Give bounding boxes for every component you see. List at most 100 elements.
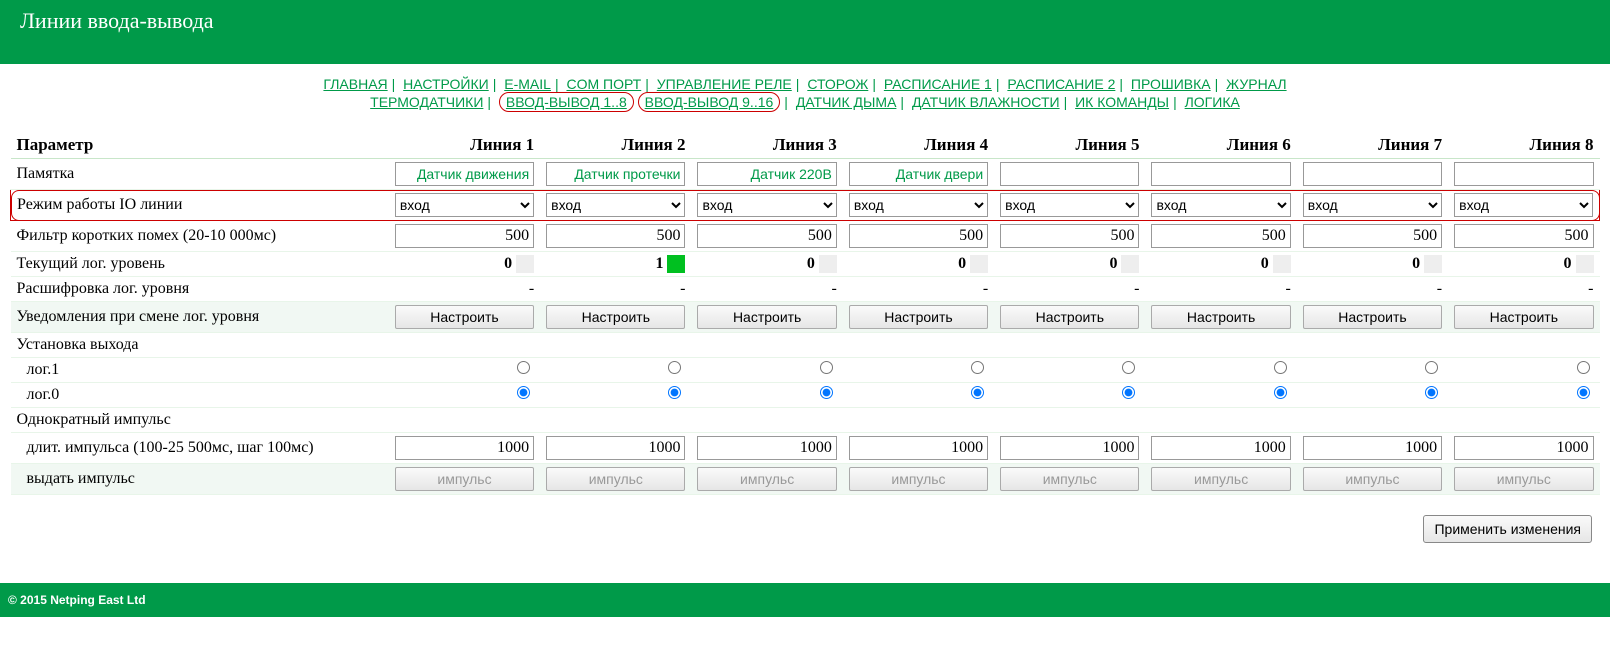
notify-btn-7[interactable]: Настроить [1303,305,1442,329]
pulse-dur-input-1[interactable] [395,436,534,460]
label-memo: Памятка [17,165,75,182]
radio-log1-3[interactable] [820,361,833,374]
label-log1: лог.1 [27,361,60,378]
filter-input-4[interactable] [849,224,988,248]
nav-thermo[interactable]: ТЕРМОДАТЧИКИ [370,94,483,110]
memo-input-1[interactable] [395,162,534,186]
nav-watchdog[interactable]: СТОРОЖ [807,76,868,92]
radio-log0-8[interactable] [1577,386,1590,399]
pulse-btn-6[interactable]: импульс [1151,467,1290,491]
pulse-btn-4[interactable]: импульс [849,467,988,491]
radio-log1-2[interactable] [668,361,681,374]
memo-input-2[interactable] [546,162,685,186]
pulse-dur-input-6[interactable] [1151,436,1290,460]
memo-input-7[interactable] [1303,162,1442,186]
header-line-1: Линия 1 [389,132,540,159]
nav-io-9-16[interactable]: ВВОД-ВЫВОД 9..16 [645,94,774,110]
level-indicator-3 [819,255,837,273]
radio-log0-3[interactable] [820,386,833,399]
notify-btn-8[interactable]: Настроить [1454,305,1593,329]
memo-input-8[interactable] [1454,162,1593,186]
radio-log1-7[interactable] [1425,361,1438,374]
mode-select-6[interactable]: входвыходвыход лог. [1151,193,1290,217]
nav-firmware[interactable]: ПРОШИВКА [1131,76,1211,92]
mode-select-4[interactable]: входвыходвыход лог. [849,193,988,217]
apply-button[interactable]: Применить изменения [1423,515,1592,543]
pulse-dur-input-5[interactable] [1000,436,1139,460]
memo-input-5[interactable] [1000,162,1139,186]
decode-value-1: - [529,280,534,297]
nav-main[interactable]: ГЛАВНАЯ [323,76,387,92]
memo-input-4[interactable] [849,162,988,186]
filter-input-3[interactable] [697,224,836,248]
radio-log0-1[interactable] [517,386,530,399]
nav-email[interactable]: E-MAIL [504,76,551,92]
pulse-dur-input-8[interactable] [1454,436,1593,460]
pulse-dur-input-4[interactable] [849,436,988,460]
radio-log1-1[interactable] [517,361,530,374]
filter-input-2[interactable] [546,224,685,248]
mode-select-1[interactable]: входвыходвыход лог. [395,193,534,217]
level-value-2: 1 [655,255,663,273]
filter-input-7[interactable] [1303,224,1442,248]
header-line-2: Линия 2 [540,132,691,159]
header-line-7: Линия 7 [1297,132,1448,159]
pulse-btn-8[interactable]: импульс [1454,467,1593,491]
pulse-dur-input-2[interactable] [546,436,685,460]
notify-btn-1[interactable]: Настроить [395,305,534,329]
memo-input-3[interactable] [697,162,836,186]
label-setout: Установка выхода [17,336,139,353]
pulse-dur-input-7[interactable] [1303,436,1442,460]
nav-logic[interactable]: ЛОГИКА [1185,94,1240,110]
radio-log1-6[interactable] [1274,361,1287,374]
notify-btn-6[interactable]: Настроить [1151,305,1290,329]
pulse-btn-7[interactable]: импульс [1303,467,1442,491]
notify-btn-5[interactable]: Настроить [1000,305,1139,329]
nav-row-2: ТЕРМОДАТЧИКИ| ВВОД-ВЫВОД 1..8 ВВОД-ВЫВОД… [0,92,1610,112]
mode-select-7[interactable]: входвыходвыход лог. [1303,193,1442,217]
filter-input-6[interactable] [1151,224,1290,248]
radio-log0-4[interactable] [971,386,984,399]
filter-input-8[interactable] [1454,224,1593,248]
level-value-7: 0 [1412,255,1420,273]
radio-log1-5[interactable] [1122,361,1135,374]
level-indicator-6 [1273,255,1291,273]
notify-btn-2[interactable]: Настроить [546,305,685,329]
nav-io-1-8[interactable]: ВВОД-ВЫВОД 1..8 [506,94,627,110]
memo-input-6[interactable] [1151,162,1290,186]
nav-relay[interactable]: УПРАВЛЕНИЕ РЕЛЕ [657,76,792,92]
label-pulse-hdr: Однократный импульс [17,411,171,428]
radio-log0-2[interactable] [668,386,681,399]
nav-log[interactable]: ЖУРНАЛ [1226,76,1286,92]
mode-select-8[interactable]: входвыходвыход лог. [1454,193,1593,217]
notify-btn-3[interactable]: Настроить [697,305,836,329]
radio-log1-4[interactable] [971,361,984,374]
nav-sched2[interactable]: РАСПИСАНИЕ 2 [1007,76,1115,92]
level-value-4: 0 [958,255,966,273]
nav-comport[interactable]: COM ПОРТ [566,76,641,92]
level-value-6: 0 [1261,255,1269,273]
filter-input-1[interactable] [395,224,534,248]
radio-log0-7[interactable] [1425,386,1438,399]
pulse-btn-2[interactable]: импульс [546,467,685,491]
radio-log0-6[interactable] [1274,386,1287,399]
pulse-btn-1[interactable]: импульс [395,467,534,491]
radio-log0-5[interactable] [1122,386,1135,399]
notify-btn-4[interactable]: Настроить [849,305,988,329]
radio-log1-8[interactable] [1577,361,1590,374]
nav-ir[interactable]: ИК КОМАНДЫ [1075,94,1169,110]
filter-input-5[interactable] [1000,224,1139,248]
nav-smoke[interactable]: ДАТЧИК ДЫМА [796,94,897,110]
pulse-btn-3[interactable]: импульс [697,467,836,491]
nav-settings[interactable]: НАСТРОЙКИ [403,76,489,92]
mode-select-3[interactable]: входвыходвыход лог. [697,193,836,217]
nav-sched1[interactable]: РАСПИСАНИЕ 1 [884,76,992,92]
header-line-8: Линия 8 [1448,132,1599,159]
decode-value-6: - [1285,280,1290,297]
nav-menu: ГЛАВНАЯ| НАСТРОЙКИ| E-MAIL| COM ПОРТ| УП… [0,64,1610,132]
mode-select-5[interactable]: входвыходвыход лог. [1000,193,1139,217]
pulse-btn-5[interactable]: импульс [1000,467,1139,491]
nav-humidity[interactable]: ДАТЧИК ВЛАЖНОСТИ [912,94,1060,110]
pulse-dur-input-3[interactable] [697,436,836,460]
mode-select-2[interactable]: входвыходвыход лог. [546,193,685,217]
